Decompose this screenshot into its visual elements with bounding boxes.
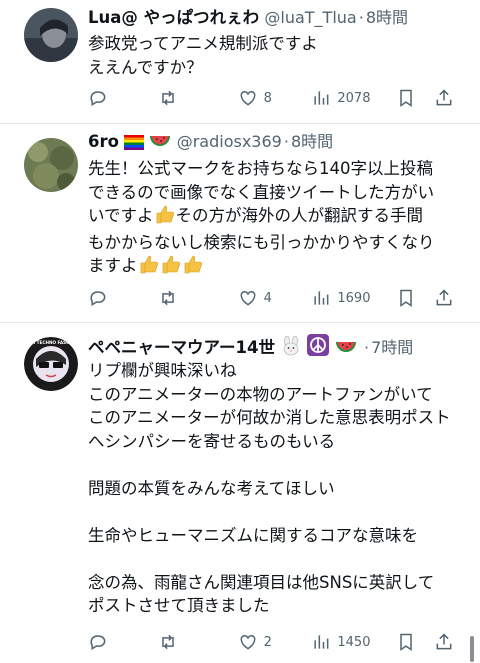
like-count: 4 [263,290,272,306]
view-count: 2078 [337,90,371,106]
tweet-text: リプ欄が興味深いね このアニメーターの本物のアートファンがいて このアニメーター… [88,361,451,615]
bookmark-button[interactable] [396,632,434,652]
tweet-text: 先生！公式マークをお持ちなら140字以上投稿 できるので画像でなく直接ツイートし… [88,157,466,281]
share-icon [436,89,452,106]
tweet-3[interactable]: ANTI TECHNO FASCISM ペペニャーマウアー14世 · 7時間 リプ… [0,323,480,663]
watermelon-icon [149,133,171,157]
view-count: 1450 [337,634,371,650]
reply-button[interactable] [88,632,158,652]
bookmark-icon [400,289,412,307]
reply-icon [90,291,106,306]
repost-icon [162,290,174,306]
action-bar: 8 2078 [88,86,458,110]
timestamp[interactable]: 8時間 [366,8,408,27]
avatar[interactable] [24,138,78,192]
avatar-ring-text: ANTI TECHNO FASCISM [24,340,78,345]
thumbs-up-icon [154,204,176,231]
display-name[interactable]: ペペニャーマウアー14世 [88,338,275,357]
tweet-2[interactable]: 6ro @radiosx369 · 8時間 先生！公式マークをお持ちなら140字以上… [0,124,480,323]
heart-icon [240,290,256,306]
bookmark-icon [400,89,412,107]
action-bar: 2 1450 [88,630,458,654]
timestamp[interactable]: 8時間 [291,132,333,151]
display-name[interactable]: 6ro [88,132,119,151]
reply-icon [90,635,106,650]
tweet-1[interactable]: Lua@ やっぱつれぇわ @luaT_Tlua · 8時間 参政党ってアニメ規制派で… [0,0,480,124]
scrollbar[interactable] [470,636,474,662]
user-handle[interactable]: @radiosx369 [177,132,282,151]
share-icon [436,289,452,306]
reply-icon [90,91,106,106]
bookmark-icon [400,633,412,651]
repost-icon [162,634,174,650]
thumbs-up-icon [138,254,160,281]
action-bar: 4 1690 [88,286,458,310]
repost-button[interactable] [158,632,238,652]
display-name[interactable]: Lua@ やっぱつれぇわ [88,8,259,27]
share-button[interactable] [434,88,458,108]
avatar[interactable]: ANTI TECHNO FASCISM [24,337,78,391]
like-count: 2 [263,634,272,650]
heart-icon [240,90,256,106]
timestamp[interactable]: 7時間 [371,338,413,357]
views-icon [314,91,329,105]
thumbs-up-icon [182,254,204,281]
views-button[interactable]: 1690 [311,288,396,308]
tweet-text: 参政党ってアニメ規制派ですよ ええんですか？ [88,34,318,77]
repost-icon [162,90,174,106]
like-button[interactable]: 4 [238,288,312,308]
thumbs-up-icon [160,254,182,281]
views-button[interactable]: 2078 [311,88,396,108]
view-count: 1690 [337,290,371,306]
reply-button[interactable] [88,88,158,108]
share-icon [436,633,452,650]
bookmark-button[interactable] [396,288,434,308]
like-button[interactable]: 2 [238,632,312,652]
views-icon [314,291,329,305]
like-button[interactable]: 8 [238,88,312,108]
rainbow-flag-icon [124,133,145,157]
repost-button[interactable] [158,88,238,108]
user-handle[interactable]: @luaT_Tlua [264,8,356,27]
share-button[interactable] [434,632,458,652]
views-icon [314,635,329,649]
like-count: 8 [263,90,272,106]
views-button[interactable]: 1450 [311,632,396,652]
avatar[interactable] [24,8,78,62]
heart-icon [240,634,256,650]
bookmark-button[interactable] [396,88,434,108]
share-button[interactable] [434,288,458,308]
repost-button[interactable] [158,288,238,308]
reply-button[interactable] [88,288,158,308]
